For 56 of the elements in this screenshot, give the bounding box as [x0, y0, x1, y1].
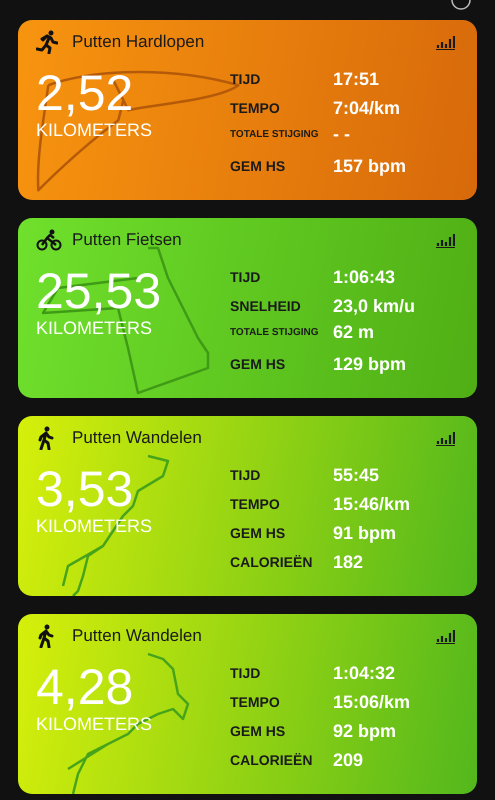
stat-value: 62 m	[333, 321, 374, 344]
stat-label: CALORIEËN	[230, 553, 314, 572]
stat-label: SNELHEID	[230, 297, 302, 316]
stat-value: 182	[333, 551, 364, 574]
activity-title: Putten Wandelen	[72, 427, 202, 450]
stat-label: GEM HS	[230, 722, 286, 741]
stat-label: CALORIEËN	[230, 751, 314, 770]
stat-value: 157 bpm	[333, 155, 406, 178]
activity-card[interactable]: Putten Fietsen 25,53 KILOMETERS TIJD 1:06:43 SNELHEID 23,0 km/u TOTALE STIJGING 62 m GEM HS 129 bpm	[18, 218, 477, 398]
stat-value: 15:06/km	[333, 691, 410, 714]
stat-label: TIJD	[230, 466, 262, 485]
stat-label: TEMPO	[230, 693, 281, 712]
stat-label: TOTALE STIJGING	[230, 128, 320, 142]
walker-icon	[36, 426, 56, 450]
cyclist-icon	[36, 229, 62, 251]
stat-value: 129 bpm	[333, 353, 406, 376]
stat-value: 55:45	[333, 464, 380, 487]
stat-label: TOTALE STIJGING	[230, 326, 320, 340]
stat-label: TEMPO	[230, 495, 281, 514]
stat-value: 1:06:43	[333, 266, 396, 289]
activity-title: Putten Wandelen	[72, 625, 202, 648]
stat-value: 91 bpm	[333, 522, 396, 545]
activity-card[interactable]: Putten Wandelen 3,53 KILOMETERS TIJD 55:45 TEMPO 15:46/km GEM HS 91 bpm CALORIEËN 182	[18, 416, 477, 596]
bar-chart-icon[interactable]	[436, 232, 455, 248]
stat-label: GEM HS	[230, 355, 286, 374]
distance-value: 3,53	[36, 462, 134, 516]
walker-icon	[36, 624, 56, 648]
stat-value: 15:46/km	[333, 493, 410, 516]
bar-chart-icon[interactable]	[436, 34, 455, 50]
stat-label: TIJD	[230, 664, 262, 683]
stat-value: 23,0 km/u	[333, 295, 416, 318]
stat-value: 209	[333, 749, 364, 772]
bar-chart-icon[interactable]	[436, 628, 455, 644]
activity-card[interactable]: Putten Hardlopen 2,52 KILOMETERS TIJD 17:51 TEMPO 7:04/km TOTALE STIJGING - - GEM HS 157 bpm	[18, 20, 477, 200]
distance-unit: KILOMETERS	[36, 714, 154, 734]
stat-value: 1:04:32	[333, 662, 396, 685]
stat-label: TIJD	[230, 268, 262, 287]
activity-title: Putten Hardlopen	[72, 31, 204, 54]
stat-label: TIJD	[230, 70, 262, 89]
stat-label: TEMPO	[230, 99, 281, 118]
stat-value: 92 bpm	[333, 720, 396, 743]
distance-unit: KILOMETERS	[36, 318, 154, 338]
stat-value: 17:51	[333, 68, 380, 91]
distance-value: 2,52	[36, 66, 134, 120]
runner-icon	[36, 30, 58, 54]
distance-unit: KILOMETERS	[36, 516, 154, 536]
stat-value: - -	[333, 123, 350, 146]
activity-title: Putten Fietsen	[72, 229, 182, 252]
activity-card[interactable]: Putten Wandelen 4,28 KILOMETERS TIJD 1:04:32 TEMPO 15:06/km GEM HS 92 bpm CALORIEËN 209	[18, 614, 477, 794]
stat-label: GEM HS	[230, 157, 286, 176]
stat-label: GEM HS	[230, 524, 286, 543]
bar-chart-icon[interactable]	[436, 430, 455, 446]
distance-value: 4,28	[36, 660, 134, 714]
stat-value: 7:04/km	[333, 97, 400, 120]
distance-unit: KILOMETERS	[36, 120, 154, 140]
distance-value: 25,53	[36, 264, 162, 318]
